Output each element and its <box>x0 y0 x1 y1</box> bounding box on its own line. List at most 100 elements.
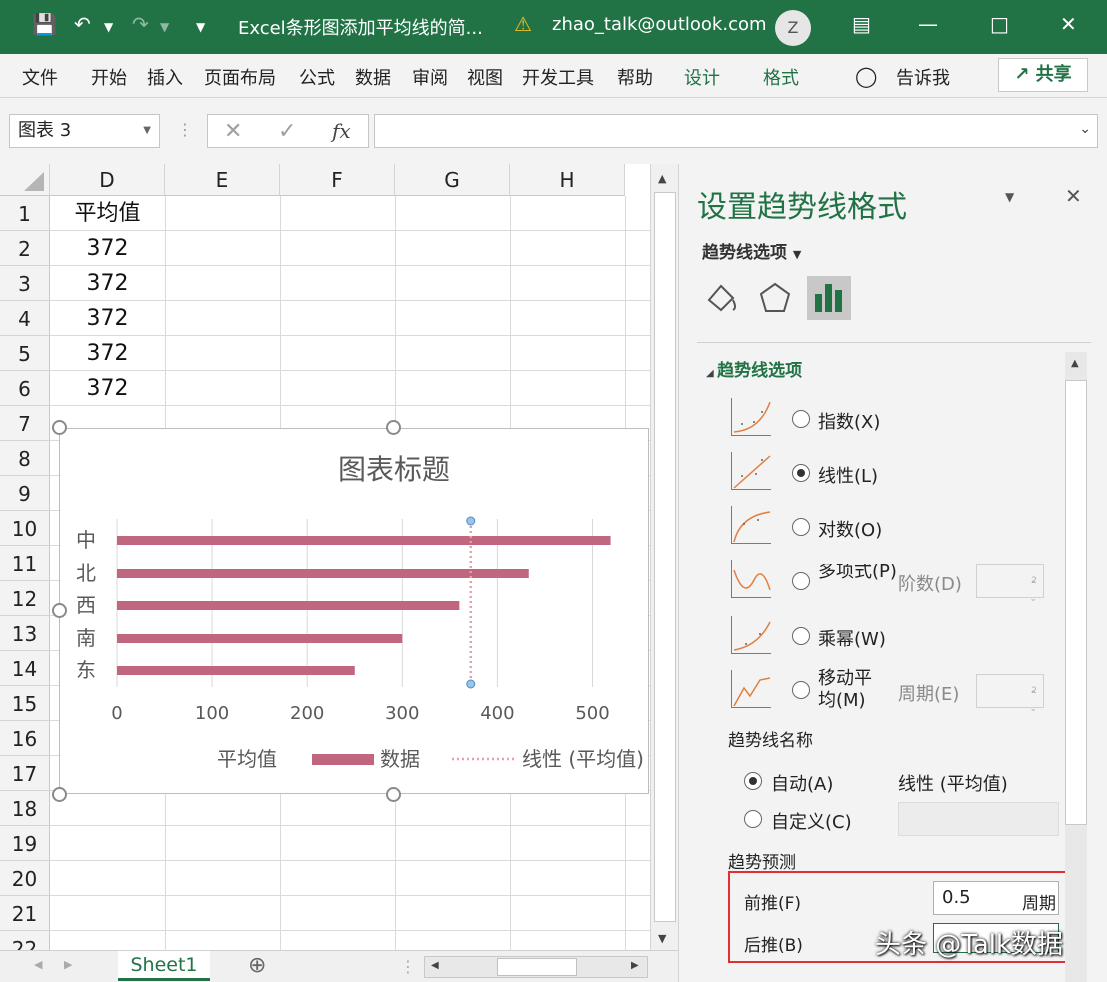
label-auto-name[interactable]: 自动(A) <box>771 770 833 796</box>
redo-icon[interactable]: ↷ <box>132 12 149 36</box>
row-header-17[interactable]: 17 <box>0 756 50 791</box>
prev-sheet-icon[interactable]: ◀ <box>34 958 42 971</box>
column-header-g[interactable]: G <box>395 164 510 196</box>
row-header-11[interactable]: 11 <box>0 546 50 581</box>
row-header-15[interactable]: 15 <box>0 686 50 721</box>
row-header-1[interactable]: 1 <box>0 196 50 231</box>
scroll-down-icon[interactable]: ▼ <box>658 932 666 945</box>
fill-line-icon[interactable] <box>701 278 741 318</box>
row-header-6[interactable]: 6 <box>0 371 50 406</box>
tell-me[interactable]: 告诉我 <box>896 64 950 90</box>
scroll-right-icon[interactable]: ▶ <box>631 960 639 971</box>
add-sheet-icon[interactable]: ⊕ <box>248 953 266 978</box>
resize-handle-top[interactable] <box>386 420 401 435</box>
radio-linear[interactable] <box>792 464 810 482</box>
undo-icon[interactable]: ↶ <box>74 12 91 36</box>
name-box[interactable]: 图表 3 ▼ <box>9 114 160 148</box>
resize-handle-left[interactable] <box>52 603 67 618</box>
label-custom-name[interactable]: 自定义(C) <box>771 808 852 834</box>
label-logarithmic[interactable]: 对数(O) <box>818 516 882 542</box>
close-icon[interactable]: ✕ <box>1060 12 1077 36</box>
cancel-icon[interactable]: ✕ <box>224 119 242 144</box>
row-header-12[interactable]: 12 <box>0 581 50 616</box>
radio-power[interactable] <box>792 627 810 645</box>
row-header-3[interactable]: 3 <box>0 266 50 301</box>
cell-d6[interactable]: 372 <box>50 371 165 406</box>
column-header-e[interactable]: E <box>165 164 280 196</box>
period-spinner[interactable]: ⌃ 2 ⌄ <box>976 674 1044 714</box>
tab-page-layout[interactable]: 页面布局 <box>204 64 276 90</box>
row-header-4[interactable]: 4 <box>0 301 50 336</box>
row-header-5[interactable]: 5 <box>0 336 50 371</box>
tab-view[interactable]: 视图 <box>467 64 503 90</box>
radio-custom-name[interactable] <box>744 810 762 828</box>
minimize-icon[interactable]: — <box>918 12 938 36</box>
cell-d2[interactable]: 372 <box>50 231 165 266</box>
trendline-options-icon[interactable] <box>807 276 851 320</box>
select-all-corner[interactable] <box>0 164 50 196</box>
radio-logarithmic[interactable] <box>792 518 810 536</box>
scroll-thumb[interactable] <box>654 192 676 922</box>
resize-handle-bl[interactable] <box>52 787 67 802</box>
label-exponential[interactable]: 指数(X) <box>818 408 880 434</box>
sheet-tab-sheet1[interactable]: Sheet1 <box>118 951 210 981</box>
avatar[interactable]: Z <box>775 10 811 46</box>
row-header-7[interactable]: 7 <box>0 406 50 441</box>
ribbon-display-icon[interactable]: ▤ <box>852 12 871 36</box>
row-header-16[interactable]: 16 <box>0 721 50 756</box>
spin-down-icon[interactable]: ⌄ <box>1029 693 1037 725</box>
effects-icon[interactable] <box>755 278 795 318</box>
row-header-14[interactable]: 14 <box>0 651 50 686</box>
tab-design[interactable]: 设计 <box>684 64 720 90</box>
splitter-icon[interactable]: ⋮ <box>400 957 416 976</box>
pane-scroll-up-icon[interactable]: ▲ <box>1071 358 1079 369</box>
column-header-f[interactable]: F <box>280 164 395 196</box>
warning-icon[interactable]: ⚠ <box>514 12 532 36</box>
row-header-13[interactable]: 13 <box>0 616 50 651</box>
row-header-19[interactable]: 19 <box>0 826 50 861</box>
tab-insert[interactable]: 插入 <box>147 64 183 90</box>
expand-formula-icon[interactable]: ⌄ <box>1079 121 1091 137</box>
radio-polynomial[interactable] <box>792 572 810 590</box>
row-header-10[interactable]: 10 <box>0 511 50 546</box>
cell-d1[interactable]: 平均值 <box>50 196 165 231</box>
scroll-up-icon[interactable]: ▲ <box>658 172 666 185</box>
customize-toolbar-icon[interactable]: ▼ <box>196 20 205 34</box>
radio-exponential[interactable] <box>792 410 810 428</box>
chevron-down-icon[interactable]: ▼ <box>143 115 151 147</box>
tab-help[interactable]: 帮助 <box>617 64 653 90</box>
maximize-icon[interactable]: □ <box>990 12 1009 36</box>
share-button[interactable]: ↗ 共享 <box>998 58 1088 92</box>
tab-data[interactable]: 数据 <box>355 64 391 90</box>
tab-formulas[interactable]: 公式 <box>299 64 335 90</box>
resize-handle-tl[interactable] <box>52 420 67 435</box>
row-header-20[interactable]: 20 <box>0 861 50 896</box>
account-name[interactable]: zhao_talk@outlook.com <box>552 14 767 35</box>
column-header-d[interactable]: D <box>50 164 165 196</box>
save-icon[interactable]: 💾 <box>32 12 57 36</box>
resize-handle-bottom[interactable] <box>386 787 401 802</box>
row-header-2[interactable]: 2 <box>0 231 50 266</box>
column-header-h[interactable]: H <box>510 164 625 196</box>
row-header-18[interactable]: 18 <box>0 791 50 826</box>
label-polynomial[interactable]: 多项式(P) <box>818 564 897 590</box>
order-spinner[interactable]: ⌃ 2 ⌄ <box>976 564 1044 604</box>
sheet-vertical-scrollbar[interactable]: ▲ ▼ <box>650 164 678 950</box>
horizontal-scrollbar[interactable]: ◀ ▶ <box>424 956 648 978</box>
options-dropdown[interactable]: 趋势线选项 ▼ <box>702 238 801 263</box>
row-header-9[interactable]: 9 <box>0 476 50 511</box>
row-header-8[interactable]: 8 <box>0 441 50 476</box>
enter-icon[interactable]: ✓ <box>278 119 296 144</box>
label-moving-average[interactable]: 移动平均(M) <box>818 668 878 712</box>
tab-file[interactable]: 文件 <box>22 64 58 90</box>
insert-function-icon[interactable]: fx <box>332 119 351 143</box>
tab-developer[interactable]: 开发工具 <box>522 64 594 90</box>
pane-scrollbar[interactable]: ▲ <box>1065 352 1087 982</box>
label-linear[interactable]: 线性(L) <box>818 462 878 488</box>
tab-review[interactable]: 审阅 <box>412 64 448 90</box>
bar-chart[interactable]: 图表标题 0 100 200 300 400 500 中北西南东平均值 数据 线性 (平均值) <box>59 428 649 794</box>
pane-options-dropdown-icon[interactable]: ▼ <box>1005 190 1014 204</box>
section-trendline-options[interactable]: ◢ 趋势线选项 <box>706 356 802 381</box>
label-power[interactable]: 乘幂(W) <box>818 625 886 651</box>
formula-input[interactable]: ⌄ <box>374 114 1098 148</box>
